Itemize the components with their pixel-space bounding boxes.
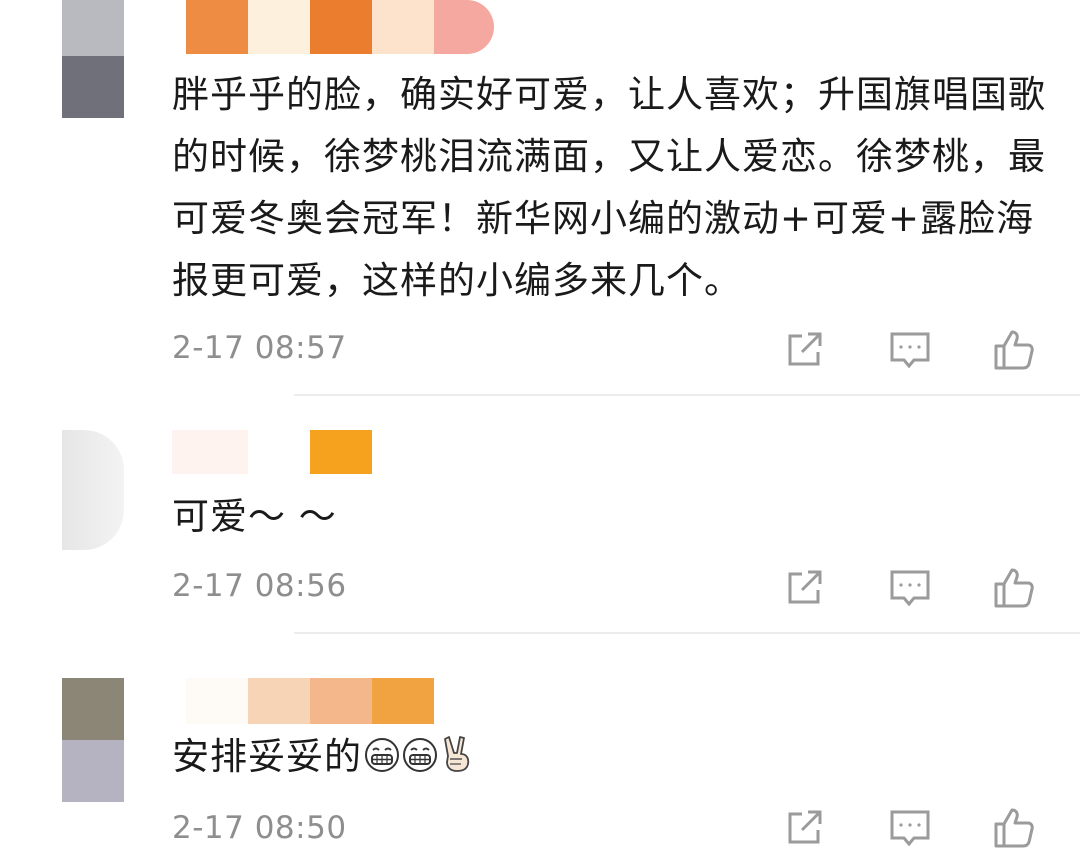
comment-item: 可爱～ ～ 2-17 08:56 — [0, 396, 1080, 634]
comment-actions — [780, 804, 1038, 852]
comment-button[interactable] — [886, 564, 934, 612]
share-icon — [788, 810, 822, 844]
comment-timestamp: 2-17 08:57 — [172, 330, 347, 366]
like-icon — [994, 330, 1034, 370]
comment-timestamp: 2-17 08:56 — [172, 568, 347, 604]
comment-icon — [890, 332, 930, 369]
comment-text: 安排妥妥的 — [172, 726, 1052, 792]
comment-item: 安排妥妥的 2-17 08:50 — [0, 634, 1080, 864]
comment-text-content: 安排妥妥的 — [172, 735, 362, 778]
username-redacted[interactable] — [186, 678, 434, 724]
avatar[interactable] — [62, 678, 124, 802]
username-redacted[interactable] — [186, 0, 494, 54]
comment-actions — [780, 564, 1038, 612]
comment-item: 胖乎乎的脸，确实好可爱，让人喜欢；升国旗唱国歌的时候，徐梦桃泪流满面，又让人爱恋… — [0, 0, 1080, 396]
share-icon — [788, 570, 822, 604]
like-button[interactable] — [990, 804, 1038, 852]
comment-timestamp: 2-17 08:50 — [172, 810, 347, 846]
avatar[interactable] — [62, 0, 124, 118]
grin-emoji-icon — [402, 730, 438, 792]
like-button[interactable] — [990, 326, 1038, 374]
comment-text: 可爱～ ～ — [172, 495, 337, 538]
share-icon — [788, 332, 822, 366]
share-button[interactable] — [780, 804, 828, 852]
like-icon — [994, 808, 1034, 848]
avatar[interactable] — [62, 430, 124, 550]
comment-actions — [780, 326, 1038, 374]
username-redacted[interactable] — [172, 430, 372, 474]
grin-emoji-icon — [364, 730, 400, 792]
comment-button[interactable] — [886, 326, 934, 374]
like-button[interactable] — [990, 564, 1038, 612]
comment-icon — [890, 810, 930, 847]
share-button[interactable] — [780, 326, 828, 374]
comment-text: 胖乎乎的脸，确实好可爱，让人喜欢；升国旗唱国歌的时候，徐梦桃泪流满面，又让人爱恋… — [172, 73, 1046, 302]
like-icon — [994, 568, 1034, 608]
comment-icon — [890, 570, 930, 607]
victory-hand-emoji-icon — [440, 730, 474, 792]
share-button[interactable] — [780, 564, 828, 612]
comment-button[interactable] — [886, 804, 934, 852]
